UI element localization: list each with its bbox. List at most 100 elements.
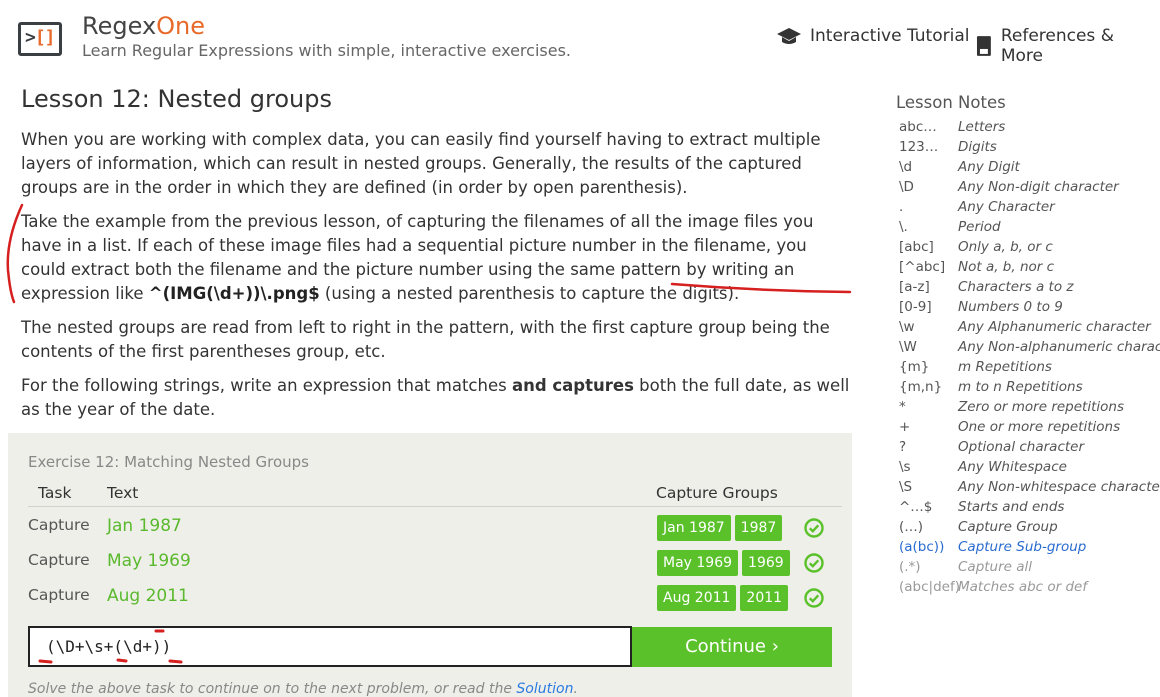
note-description: Any Non-whitespace character bbox=[958, 479, 1160, 495]
note-syntax: (…) bbox=[899, 519, 924, 535]
capture-group-chip: 1969 bbox=[742, 550, 790, 576]
capture-groups: Jan 1987 1987 bbox=[657, 515, 786, 541]
lesson-note-item[interactable]: (a(bc)) Capture Sub-group bbox=[899, 539, 1160, 559]
lesson-note-item: \D Any Non-digit character bbox=[899, 179, 1160, 199]
lesson-title: Lesson 12: Nested groups bbox=[21, 85, 332, 113]
table-row: Capture Aug 2011 Aug 2011 2011 bbox=[28, 580, 842, 615]
nav-label: Interactive Tutorial bbox=[810, 26, 970, 46]
test-string: Aug 2011 bbox=[107, 586, 189, 606]
note-syntax: ^…$ bbox=[899, 499, 933, 515]
lesson-note-item: \S Any Non-whitespace character bbox=[899, 479, 1160, 499]
note-description: Any Character bbox=[958, 199, 1055, 215]
lesson-note-item: \w Any Alphanumeric character bbox=[899, 319, 1160, 339]
note-description: Any Alphanumeric character bbox=[958, 319, 1151, 335]
note-syntax: abc… bbox=[899, 119, 937, 135]
site-header: >[] RegexOne Learn Regular Expressions w… bbox=[0, 0, 1160, 75]
lesson-note-item: [abc] Only a, b, or c bbox=[899, 239, 1160, 259]
nav-references[interactable]: References & More bbox=[975, 26, 1160, 66]
note-syntax: \w bbox=[899, 319, 915, 335]
hint-text: . bbox=[573, 681, 578, 697]
lesson-note-item: abc… Letters bbox=[899, 119, 1160, 139]
column-header-text: Text bbox=[107, 484, 139, 502]
lesson-note-item: ? Optional character bbox=[899, 439, 1160, 459]
note-description: Not a, b, nor c bbox=[958, 259, 1055, 275]
capture-group-chip: 2011 bbox=[740, 585, 789, 611]
note-syntax: + bbox=[899, 419, 911, 435]
task-label: Capture bbox=[28, 586, 90, 604]
note-description: Any Digit bbox=[958, 159, 1020, 175]
note-description: Any Non-alphanumeric character bbox=[958, 339, 1160, 355]
note-description: Capture Group bbox=[958, 519, 1058, 535]
lesson-notes-list: abc… Letters 123… Digits \d Any Digit \D Any No… bbox=[899, 119, 1160, 599]
solution-link[interactable]: Solution bbox=[516, 681, 573, 697]
note-syntax: \. bbox=[899, 219, 908, 235]
note-description: Numbers 0 to 9 bbox=[958, 299, 1063, 315]
table-row: Capture May 1969 May 1969 1969 bbox=[28, 545, 842, 580]
lesson-note-item: {m} m Repetitions bbox=[899, 359, 1160, 379]
paragraph-text: For the following strings, write an expr… bbox=[21, 376, 512, 395]
note-description: Starts and ends bbox=[958, 499, 1065, 515]
lesson-note-item: (abc|def) Matches abc or def bbox=[899, 579, 1160, 599]
header-divider bbox=[28, 506, 842, 507]
note-description: Characters a to z bbox=[958, 279, 1074, 295]
lesson-notes-title: Lesson Notes bbox=[896, 93, 1006, 112]
note-description: Any Whitespace bbox=[958, 459, 1067, 475]
note-description: Only a, b, or c bbox=[958, 239, 1053, 255]
capture-group-chip: May 1969 bbox=[657, 550, 739, 576]
note-syntax: \W bbox=[899, 339, 917, 355]
capture-groups: May 1969 1969 bbox=[657, 550, 794, 576]
lesson-note-item: [^abc] Not a, b, nor c bbox=[899, 259, 1160, 279]
lesson-paragraph: The nested groups are read from left to … bbox=[21, 318, 830, 361]
note-description: Any Non-digit character bbox=[958, 179, 1119, 195]
note-syntax: 123… bbox=[899, 139, 939, 155]
emphasis-text: and captures bbox=[511, 376, 634, 395]
capture-group-chip: Jan 1987 bbox=[657, 515, 731, 541]
check-circle-icon bbox=[804, 553, 824, 573]
lesson-note-item: (.*) Capture all bbox=[899, 559, 1160, 579]
note-syntax: * bbox=[899, 399, 906, 415]
continue-button[interactable]: Continue › bbox=[632, 627, 832, 667]
note-description: Capture all bbox=[958, 559, 1033, 575]
note-description: Zero or more repetitions bbox=[958, 399, 1124, 415]
note-syntax: ? bbox=[899, 439, 907, 455]
note-syntax: . bbox=[899, 199, 904, 215]
note-syntax: (a(bc)) bbox=[899, 539, 945, 555]
lesson-note-item: \s Any Whitespace bbox=[899, 459, 1160, 479]
note-syntax: [a-z] bbox=[899, 279, 930, 295]
lesson-paragraph: Take the example from the previous lesso… bbox=[21, 210, 851, 306]
capture-groups: Aug 2011 2011 bbox=[657, 585, 792, 611]
regexone-logo-icon[interactable]: >[] bbox=[18, 22, 62, 56]
note-syntax: (abc|def) bbox=[899, 579, 960, 595]
lesson-note-item: [a-z] Characters a to z bbox=[899, 279, 1160, 299]
lesson-note-item: ^…$ Starts and ends bbox=[899, 499, 1160, 519]
book-icon bbox=[976, 36, 991, 56]
hint-text: Solve the above task to continue on to t… bbox=[28, 681, 517, 697]
lesson-paragraph: For the following strings, write an expr… bbox=[21, 374, 851, 422]
note-description: Matches abc or def bbox=[958, 579, 1088, 595]
exercise-hint: Solve the above task to continue on to t… bbox=[28, 681, 578, 697]
note-syntax: \D bbox=[899, 179, 914, 195]
exercise-title: Exercise 12: Matching Nested Groups bbox=[28, 453, 309, 471]
test-string: Jan 1987 bbox=[107, 516, 182, 536]
table-row: Capture Jan 1987 Jan 1987 1987 bbox=[28, 510, 842, 545]
note-syntax: (.*) bbox=[899, 559, 921, 575]
note-description: Capture Sub-group bbox=[958, 539, 1087, 555]
nav-interactive-tutorial[interactable]: Interactive Tutorial bbox=[776, 26, 969, 46]
paragraph-text: (using a nested parenthesis to capture t… bbox=[319, 284, 740, 303]
lesson-note-item: \d Any Digit bbox=[899, 159, 1160, 179]
check-circle-icon bbox=[804, 518, 824, 538]
column-header-capture-groups: Capture Groups bbox=[656, 484, 778, 502]
lesson-paragraph: When you are working with complex data, … bbox=[21, 130, 821, 197]
note-description: Period bbox=[958, 219, 1001, 235]
task-label: Capture bbox=[28, 551, 90, 569]
note-description: Letters bbox=[958, 119, 1006, 135]
column-header-task: Task bbox=[38, 484, 72, 502]
graduation-cap-icon bbox=[777, 28, 801, 44]
regex-answer-input[interactable]: (\D+\s+(\d+)) bbox=[28, 626, 632, 667]
test-string: May 1969 bbox=[107, 551, 191, 571]
nav-label: References & More bbox=[1000, 26, 1114, 66]
site-tagline: Learn Regular Expressions with simple, i… bbox=[82, 41, 571, 60]
site-brand[interactable]: RegexOne bbox=[82, 12, 205, 40]
note-syntax: [0-9] bbox=[899, 299, 932, 315]
lesson-note-item: . Any Character bbox=[899, 199, 1160, 219]
